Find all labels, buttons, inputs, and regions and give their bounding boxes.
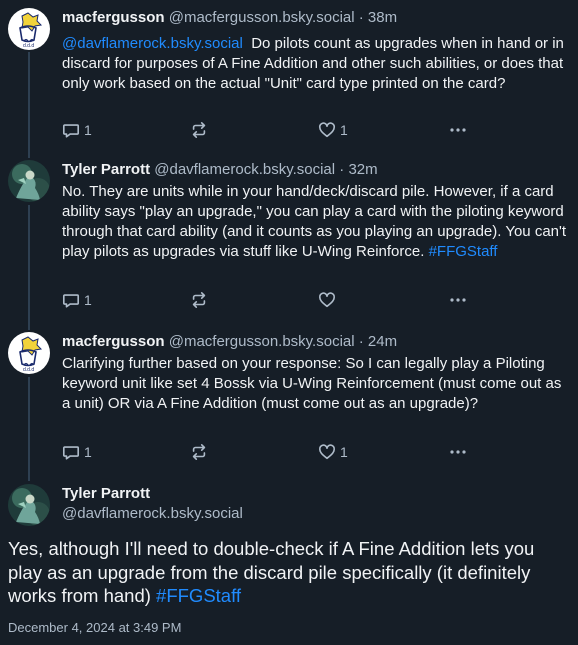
author-name[interactable]: macfergusson	[62, 333, 165, 350]
repost-button[interactable]	[190, 120, 208, 140]
reply-button[interactable]: 1	[62, 290, 92, 310]
post-actions: 1	[62, 290, 482, 310]
post-time[interactable]: 38m	[368, 9, 397, 26]
like-button[interactable]: 1	[318, 442, 348, 462]
author-name[interactable]: Tyler Parrott	[62, 484, 243, 504]
reply-button[interactable]: 1	[62, 442, 92, 462]
hashtag-link[interactable]: #FFGStaff	[156, 585, 241, 606]
more-dots-icon	[448, 290, 468, 310]
post-text-body: Clarifying further based on your respons…	[62, 355, 562, 412]
author-name[interactable]: Tyler Parrott	[62, 161, 150, 178]
post-timestamp[interactable]: December 4, 2024 at 3:49 PM	[8, 620, 181, 635]
more-options-button[interactable]	[448, 120, 468, 140]
author-handle[interactable]: @macfergusson.bsky.social	[169, 9, 355, 26]
like-count: 1	[340, 122, 348, 138]
post-time[interactable]: 32m	[348, 161, 377, 178]
like-count: 1	[340, 444, 348, 460]
heart-icon	[318, 121, 336, 139]
author-handle[interactable]: @macfergusson.bsky.social	[169, 333, 355, 350]
avatar[interactable]	[8, 484, 50, 526]
more-options-button[interactable]	[448, 442, 468, 462]
more-options-button[interactable]	[448, 290, 468, 310]
reply-bubble-icon	[62, 443, 80, 461]
avatar[interactable]	[8, 8, 50, 50]
author-handle[interactable]: @davflamerock.bsky.social	[62, 504, 243, 524]
reply-count: 1	[84, 444, 92, 460]
reply-bubble-icon	[62, 121, 80, 139]
mention-link[interactable]: @davflamerock.bsky.social	[62, 35, 243, 52]
post-text: Clarifying further based on your respons…	[62, 354, 568, 414]
main-post: Tyler Parrott @davflamerock.bsky.social …	[0, 484, 578, 645]
avatar[interactable]	[8, 332, 50, 374]
separator: ·	[358, 333, 364, 350]
post-text-body: Yes, although I'll need to double-check …	[8, 538, 535, 606]
hashtag-link[interactable]: #FFGStaff	[429, 243, 498, 260]
author-name[interactable]: macfergusson	[62, 9, 165, 26]
separator: ·	[339, 161, 345, 178]
post-text: Yes, although I'll need to double-check …	[8, 537, 570, 608]
repost-button[interactable]	[190, 290, 208, 310]
post-time[interactable]: 24m	[368, 333, 397, 350]
reply-count: 1	[84, 122, 92, 138]
reply-count: 1	[84, 292, 92, 308]
heart-icon	[318, 291, 336, 309]
repost-button[interactable]	[190, 442, 208, 462]
more-dots-icon	[448, 120, 468, 140]
thread-post[interactable]: macfergusson @macfergusson.bsky.social ·…	[0, 332, 578, 462]
post-text: No. They are units while in your hand/de…	[62, 182, 568, 262]
avatar[interactable]	[8, 160, 50, 202]
repost-arrows-icon	[190, 121, 208, 139]
thread-post[interactable]: macfergusson @macfergusson.bsky.social ·…	[0, 8, 578, 138]
post-actions: 1 1	[62, 120, 482, 140]
post-actions: 1 1	[62, 442, 482, 462]
post-text: @davflamerock.bsky.social Do pilots coun…	[62, 34, 568, 94]
more-dots-icon	[448, 442, 468, 462]
heart-icon	[318, 443, 336, 461]
repost-arrows-icon	[190, 291, 208, 309]
reply-button[interactable]: 1	[62, 120, 92, 140]
author-handle[interactable]: @davflamerock.bsky.social	[154, 161, 335, 178]
thread-post[interactable]: Tyler Parrott @davflamerock.bsky.social …	[0, 160, 578, 310]
reply-bubble-icon	[62, 291, 80, 309]
like-button[interactable]	[318, 290, 340, 310]
separator: ·	[358, 9, 364, 26]
repost-arrows-icon	[190, 443, 208, 461]
like-button[interactable]: 1	[318, 120, 348, 140]
